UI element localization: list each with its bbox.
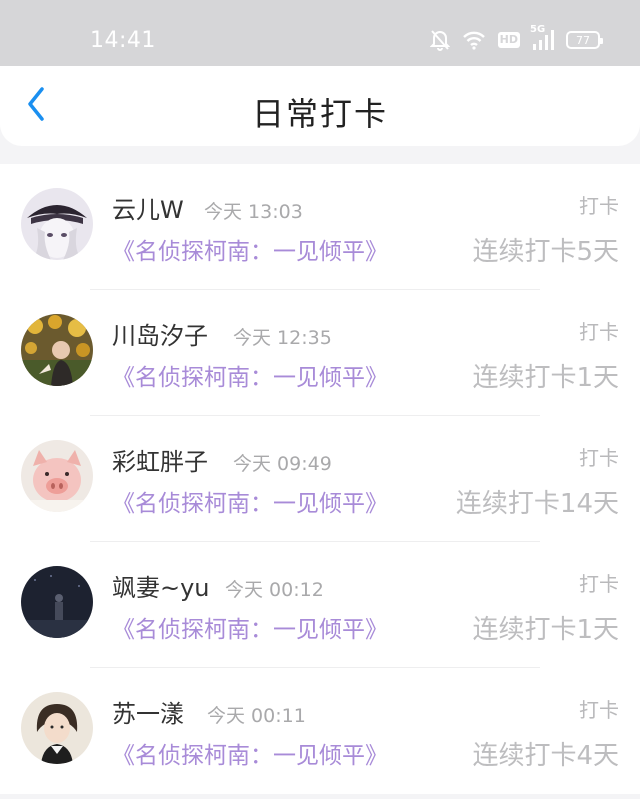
avatar[interactable] [21, 566, 93, 638]
book-title-link[interactable]: 《名侦探柯南：一见倾平》 [112, 736, 388, 770]
checkin-link[interactable]: 打卡 [579, 190, 619, 219]
nav-bar: 日常打卡 [0, 66, 640, 146]
book-title-link[interactable]: 《名侦探柯南：一见倾平》 [112, 610, 388, 644]
checkin-time: 今天 12:35 [233, 327, 332, 349]
bell-off-icon [429, 29, 450, 51]
checkin-link[interactable]: 打卡 [579, 442, 619, 471]
status-bar: 14:41 HD 5G 77 [0, 0, 640, 70]
streak-count: 连续打卡1天 [472, 363, 619, 393]
streak-count: 连续打卡14天 [455, 489, 619, 519]
status-icons: HD 5G 77 [429, 24, 603, 52]
streak-count: 连续打卡1天 [472, 615, 619, 645]
list-item[interactable]: 云儿W 今天 13:03 打卡 《名侦探柯南：一见倾平》 连续打卡5天 [0, 164, 640, 290]
page-title: 日常打卡 [251, 95, 388, 133]
book-title-link[interactable]: 《名侦探柯南：一见倾平》 [112, 484, 388, 518]
checkin-time: 今天 09:49 [233, 453, 332, 475]
avatar[interactable] [21, 692, 93, 764]
list-item[interactable]: 苏一漾 今天 00:11 打卡 《名侦探柯南：一见倾平》 连续打卡4天 [0, 668, 640, 794]
user-name[interactable]: 苏一漾 [112, 694, 184, 729]
checkin-time: 今天 13:03 [204, 201, 303, 223]
signal-icon: 5G [530, 24, 554, 50]
checkin-link[interactable]: 打卡 [579, 316, 619, 345]
user-name[interactable]: 川岛汐子 [112, 316, 208, 351]
checkin-link[interactable]: 打卡 [579, 568, 619, 597]
checkin-time: 今天 00:12 [225, 579, 324, 601]
avatar[interactable] [21, 188, 93, 260]
list-item[interactable]: 飒妻~yu 今天 00:12 打卡 《名侦探柯南：一见倾平》 连续打卡1天 [0, 542, 640, 668]
list-item[interactable]: 彩虹胖子 今天 09:49 打卡 《名侦探柯南：一见倾平》 连续打卡14天 [0, 416, 640, 542]
battery-icon: 77 [566, 31, 603, 49]
status-time: 14:41 [90, 28, 156, 53]
user-name[interactable]: 云儿W [112, 190, 184, 225]
list-item[interactable]: 川岛汐子 今天 12:35 打卡 《名侦探柯南：一见倾平》 连续打卡1天 [0, 290, 640, 416]
network-type: 5G [530, 24, 546, 35]
book-title-link[interactable]: 《名侦探柯南：一见倾平》 [112, 232, 388, 266]
checkin-list: 云儿W 今天 13:03 打卡 《名侦探柯南：一见倾平》 连续打卡5天 川岛汐子… [0, 164, 640, 794]
checkin-link[interactable]: 打卡 [579, 694, 619, 723]
book-title-link[interactable]: 《名侦探柯南：一见倾平》 [112, 358, 388, 392]
streak-count: 连续打卡5天 [472, 237, 619, 267]
checkin-time: 今天 00:11 [207, 705, 306, 727]
avatar[interactable] [21, 314, 93, 386]
user-name[interactable]: 飒妻~yu [112, 568, 210, 603]
user-name[interactable]: 彩虹胖子 [112, 442, 208, 477]
streak-count: 连续打卡4天 [472, 741, 619, 771]
hd-icon: HD [497, 32, 520, 48]
avatar[interactable] [21, 440, 93, 512]
wifi-icon [462, 30, 486, 50]
